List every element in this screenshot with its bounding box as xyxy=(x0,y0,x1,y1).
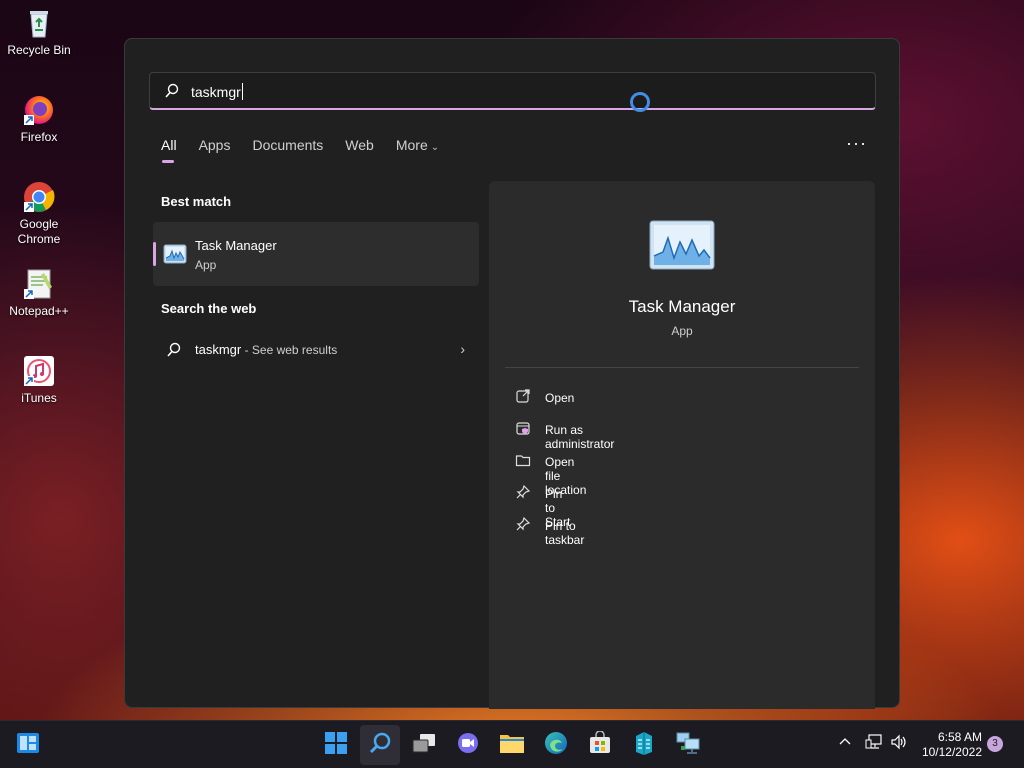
web-result-text: taskmgr - See web results xyxy=(195,342,337,357)
chevron-down-icon: ⌄ xyxy=(430,142,440,153)
search-query-text: taskmgr xyxy=(191,83,243,100)
edge-icon xyxy=(544,731,568,760)
shield-admin-icon xyxy=(515,420,531,439)
network-app-button[interactable] xyxy=(668,725,708,765)
action-label: Open xyxy=(545,391,575,405)
search-panel: taskmgr All Apps Documents Web More ⌄ ···… xyxy=(124,38,900,709)
desktop-icon-label: Firefox xyxy=(20,130,58,144)
desktop-icon-label: Google Chrome xyxy=(17,217,61,246)
desktop-icon-chrome[interactable]: Google Chrome xyxy=(4,180,74,247)
preview-app-type: App xyxy=(671,324,693,338)
search-icon xyxy=(165,83,179,104)
preview-app-name: Task Manager xyxy=(628,297,736,316)
search-filter-tabs: All Apps Documents Web More ⌄ xyxy=(161,137,461,163)
folder-icon xyxy=(515,452,531,471)
recycle-bin-icon xyxy=(22,6,56,40)
ellipsis-icon[interactable]: ··· xyxy=(846,133,867,154)
web-result-query: taskmgr xyxy=(195,342,242,357)
start-button[interactable] xyxy=(316,725,356,765)
tab-more[interactable]: More ⌄ xyxy=(396,137,439,163)
folder-icon xyxy=(499,732,525,759)
desktop-icon-label: Recycle Bin xyxy=(7,43,71,57)
server-icon xyxy=(632,730,656,761)
widgets-button[interactable] xyxy=(8,725,48,765)
desktop-icon-itunes[interactable]: iTunes xyxy=(4,354,74,406)
search-input[interactable]: taskmgr xyxy=(149,72,876,110)
tab-apps[interactable]: Apps xyxy=(199,137,231,163)
edge-button[interactable] xyxy=(536,725,576,765)
desktop-icon-label: Notepad++ xyxy=(9,304,69,318)
firefox-icon xyxy=(22,93,56,127)
best-match-result[interactable]: Task Manager App xyxy=(153,222,479,286)
itunes-icon xyxy=(22,354,56,388)
network-computers-icon xyxy=(675,731,701,760)
clock[interactable]: 6:58 AM 10/12/2022 xyxy=(918,730,982,760)
loading-spinner-icon xyxy=(630,92,650,112)
best-match-heading: Best match xyxy=(161,194,232,209)
preview-divider xyxy=(505,367,859,368)
desktop-icon-firefox[interactable]: Firefox xyxy=(4,93,74,145)
pin-icon xyxy=(515,484,531,503)
web-result[interactable]: taskmgr - See web results › xyxy=(165,340,465,362)
tab-documents[interactable]: Documents xyxy=(252,137,323,163)
server-manager-button[interactable] xyxy=(624,725,664,765)
search-web-heading: Search the web xyxy=(161,301,257,316)
tab-all[interactable]: All xyxy=(161,137,177,163)
web-result-suffix: - See web results xyxy=(241,343,338,357)
desktop-icon-recycle-bin[interactable]: Recycle Bin xyxy=(4,6,74,58)
tab-web[interactable]: Web xyxy=(345,137,374,163)
microsoft-store-button[interactable] xyxy=(580,725,620,765)
chevron-up-icon[interactable] xyxy=(838,734,852,751)
best-match-type: App xyxy=(195,258,217,272)
pin-icon xyxy=(515,516,531,535)
task-view-button[interactable] xyxy=(404,725,444,765)
chevron-right-icon: › xyxy=(460,341,465,357)
best-match-name: Task Manager xyxy=(195,238,277,253)
desktop-icon-notepad-plus-plus[interactable]: Notepad++ xyxy=(4,267,74,319)
clock-time: 6:58 AM xyxy=(937,730,982,744)
task-manager-large-icon xyxy=(649,220,715,275)
task-view-icon xyxy=(412,733,436,758)
action-label: Pin to taskbar xyxy=(545,519,585,547)
search-icon xyxy=(368,731,392,760)
action-label: Run as administrator xyxy=(545,423,615,451)
desktop-icon-label: iTunes xyxy=(21,391,57,405)
task-manager-icon xyxy=(163,243,187,270)
volume-icon[interactable] xyxy=(890,734,908,753)
chat-button[interactable] xyxy=(448,725,488,765)
windows-logo-icon xyxy=(325,731,347,759)
notepad-plus-plus-icon xyxy=(22,267,56,301)
search-icon xyxy=(167,342,181,361)
open-external-icon xyxy=(515,388,531,407)
file-explorer-button[interactable] xyxy=(492,725,532,765)
clock-date: 10/12/2022 xyxy=(921,745,982,759)
network-icon[interactable] xyxy=(865,734,883,753)
preview-pane: Task Manager App Open Run as administrat… xyxy=(489,181,875,709)
text-caret xyxy=(241,83,243,100)
chrome-icon xyxy=(22,180,56,214)
widgets-icon xyxy=(16,732,40,759)
notification-badge[interactable]: 3 xyxy=(987,736,1003,752)
search-button[interactable] xyxy=(360,725,400,765)
tab-more-label: More xyxy=(395,137,428,153)
chat-icon xyxy=(456,731,480,760)
store-icon xyxy=(588,729,612,760)
taskbar: 6:58 AM 10/12/2022 xyxy=(0,720,1024,768)
